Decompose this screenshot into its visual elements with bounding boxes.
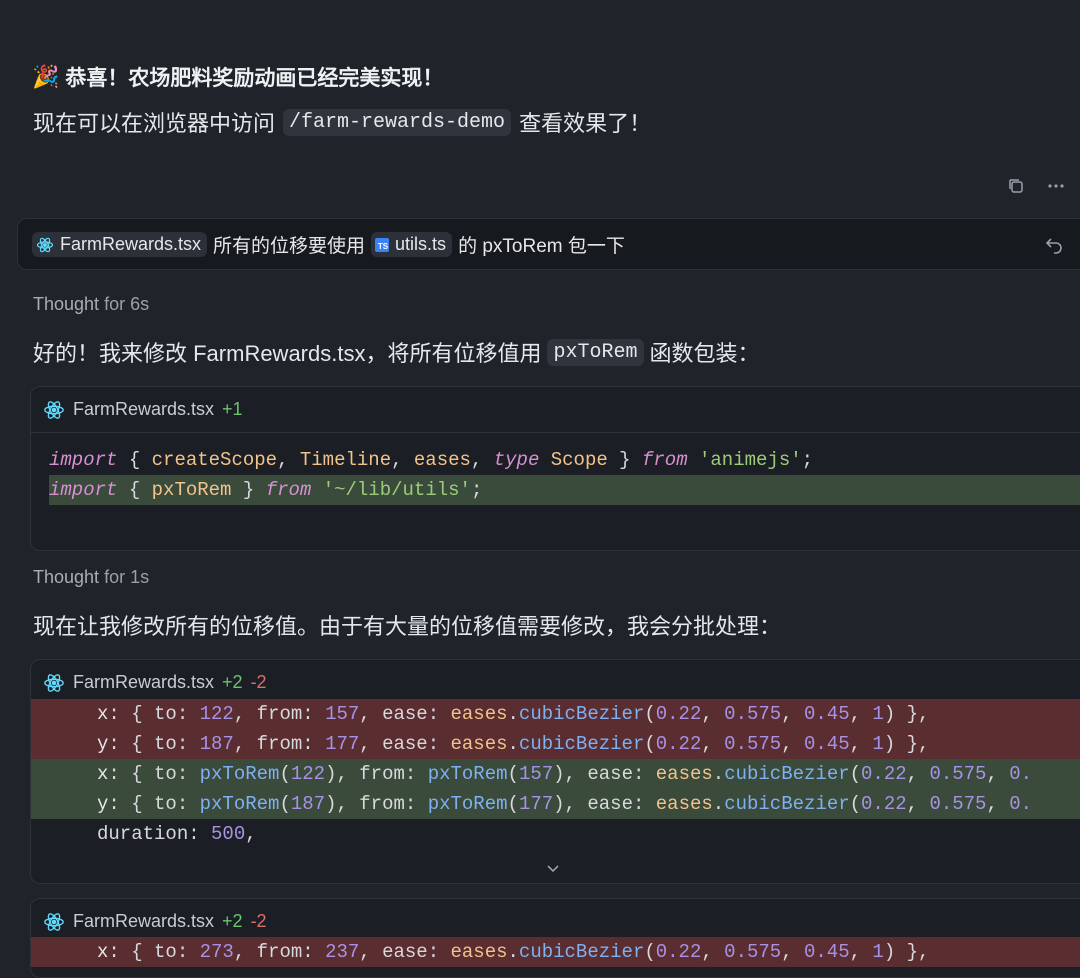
code-line-removed: y: { to: 187, from: 177, ease: eases.cub…: [31, 729, 1080, 759]
added-count: +2: [222, 911, 243, 931]
code-line-added: import { pxToRem } from '~/lib/utils';: [49, 475, 1080, 505]
react-icon: [44, 912, 64, 931]
reply-text: 现在让我修改所有的位移值。由于有大量的位移值需要修改，我会分批处理：: [33, 614, 782, 639]
react-icon: [36, 237, 54, 252]
code-card-filename: FarmRewards.tsx: [73, 911, 215, 931]
code-line: import { createScope, Timeline, eases, t…: [49, 449, 814, 471]
file-chip-label: FarmRewards.tsx: [60, 234, 202, 254]
copy-icon[interactable]: [1006, 176, 1026, 196]
code-line-removed: x: { to: 273, from: 237, ease: eases.cub…: [31, 937, 1080, 967]
code-card-filename: FarmRewards.tsx: [73, 399, 215, 419]
thought-label: Thought: [33, 294, 100, 314]
code-card-filename: FarmRewards.tsx: [73, 672, 215, 692]
code-line-removed: x: { to: 122, from: 157, ease: eases.cub…: [31, 699, 1080, 729]
react-icon: [44, 673, 64, 692]
undo-icon[interactable]: [1044, 235, 1064, 255]
reply-text-after: 函数包装：: [649, 341, 760, 366]
party-emoji: 🎉: [32, 64, 60, 89]
user-message: FarmRewards.tsx 所有的位移要使用 TS utils.ts 的 p…: [32, 231, 625, 258]
code-diff-card: FarmRewards.tsx +2 -2 x: { to: 122, from…: [30, 659, 1080, 884]
subtitle-text-after: 查看效果了！: [519, 111, 652, 136]
user-text-1: 所有的位移要使用: [213, 236, 366, 257]
message-subtitle: 现在可以在浏览器中访问 /farm-rewards-demo 查看效果了！: [33, 106, 651, 138]
assistant-reply-1: 好的！我来修改 FarmRewards.tsx，将所有位移值用 pxToRem …: [33, 336, 760, 368]
file-chip-utils[interactable]: TS utils.ts: [371, 232, 453, 257]
ts-file-icon: TS: [375, 237, 390, 252]
code-diff-card: FarmRewards.tsx +2 -2 x: { to: 273, from…: [30, 898, 1080, 978]
code-line-added: y: { to: pxToRem(187), from: pxToRem(177…: [31, 789, 1080, 819]
message-title: 🎉 恭喜！农场肥料奖励动画已经完美实现！: [32, 62, 443, 92]
thought-indicator[interactable]: Thought for 1s: [33, 567, 149, 588]
reply-text-before: 好的！我来修改 FarmRewards.tsx，将所有位移值用: [33, 341, 542, 366]
code-diff-card: FarmRewards.tsx +1 import { createScope,…: [30, 386, 1080, 551]
react-icon: [44, 400, 64, 419]
code-line-added: x: { to: pxToRem(122), from: pxToRem(157…: [31, 759, 1080, 789]
more-icon[interactable]: [1046, 176, 1066, 196]
assistant-reply-2: 现在让我修改所有的位移值。由于有大量的位移值需要修改，我会分批处理：: [33, 609, 781, 641]
thought-duration: for 6s: [104, 294, 150, 314]
title-text: 恭喜！农场肥料奖励动画已经完美实现！: [65, 67, 444, 90]
chevron-down-icon[interactable]: [543, 858, 563, 878]
file-chip-farmrewards[interactable]: FarmRewards.tsx: [32, 232, 208, 257]
thought-duration: for 1s: [104, 567, 150, 587]
added-count: +1: [222, 399, 243, 419]
file-chip-label: utils.ts: [395, 234, 447, 254]
thought-indicator[interactable]: Thought for 6s: [33, 294, 149, 315]
message-actions: [1006, 176, 1066, 196]
route-code: /farm-rewards-demo: [283, 108, 512, 136]
subtitle-text-before: 现在可以在浏览器中访问: [33, 111, 276, 136]
thought-label: Thought: [33, 567, 100, 587]
added-count: +2: [222, 672, 243, 692]
user-text-2: 的 pxToRem 包一下: [458, 236, 625, 257]
code-card-header[interactable]: FarmRewards.tsx +1: [31, 387, 1080, 433]
removed-count: -2: [250, 672, 267, 692]
inline-code: pxToRem: [547, 338, 644, 366]
code-line: duration: 500,: [97, 823, 257, 845]
removed-count: -2: [250, 911, 267, 931]
